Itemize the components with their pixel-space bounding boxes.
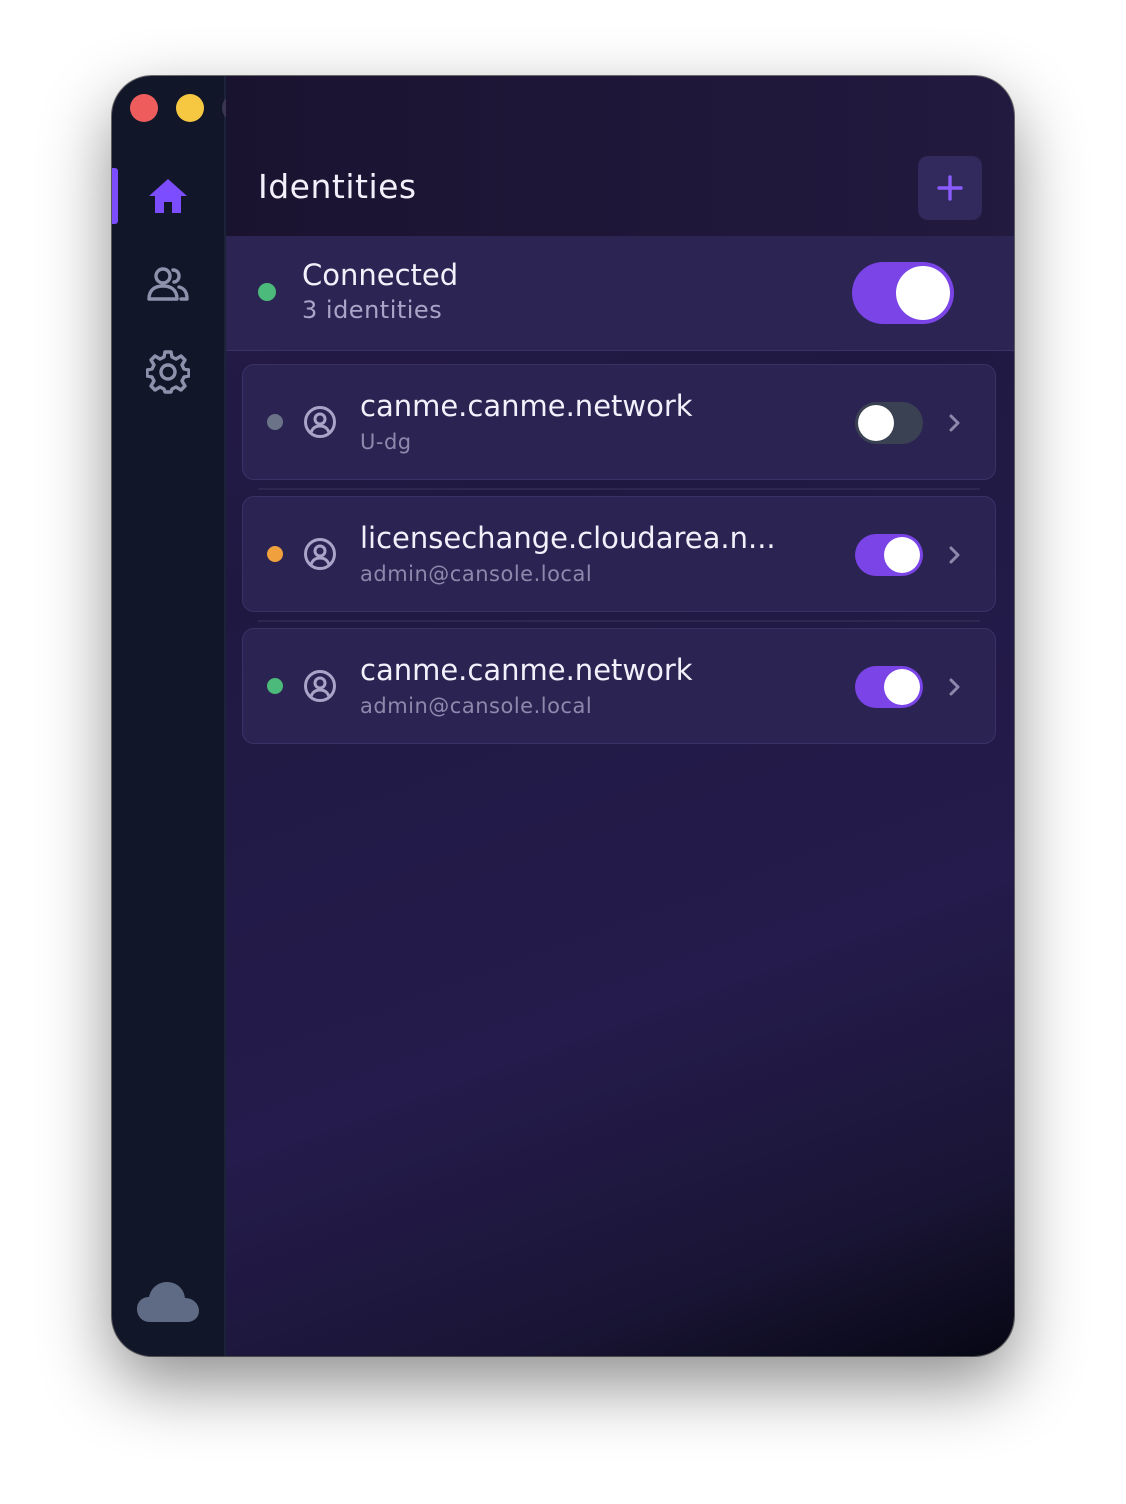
identity-toggle[interactable] [855,666,923,708]
sidebar [112,76,250,1356]
plus-icon [937,175,963,201]
add-identity-button[interactable] [918,156,982,220]
home-icon [149,179,187,213]
connection-status-panel: Connected 3 identities [226,236,1014,351]
page-title: Identities [258,167,417,206]
identity-card[interactable]: licensechange.cloudarea.n... admin@canso… [242,496,996,612]
page-header: Identities [226,76,1014,236]
chevron-right-icon[interactable] [947,675,963,699]
toggle-knob [896,266,950,320]
chevron-right-icon[interactable] [947,543,963,567]
chevron-right-icon[interactable] [947,411,963,435]
sidebar-item-identities[interactable] [112,256,224,312]
cloud-icon [137,1282,199,1322]
toggle-knob [884,669,920,705]
identity-toggle[interactable] [855,534,923,576]
identity-status-dot [267,546,283,562]
sidebar-item-settings[interactable] [112,344,224,400]
user-circle-icon [304,538,336,570]
user-circle-icon [304,670,336,702]
identity-name: licensechange.cloudarea.n... [360,521,776,555]
connection-status-dot [258,283,276,301]
card-divider [258,488,980,490]
identity-status-dot [267,414,283,430]
app-window: Identities Connected 3 identities canme.… [112,76,1014,1356]
identity-name: canme.canme.network [360,389,693,423]
user-circle-icon [304,406,336,438]
gear-icon [146,350,190,394]
window-close-button[interactable] [130,94,158,122]
toggle-knob [858,405,894,441]
identity-detail: admin@cansole.local [360,694,593,718]
sidebar-item-home[interactable] [112,168,224,224]
identity-card[interactable]: canme.canme.network U-dg [242,364,996,480]
identity-toggle[interactable] [855,402,923,444]
card-divider [258,620,980,622]
window-minimize-button[interactable] [176,94,204,122]
connection-master-toggle[interactable] [852,262,954,324]
identity-count: 3 identities [302,296,443,324]
identity-name: canme.canme.network [360,653,693,687]
identity-detail: admin@cansole.local [360,562,593,586]
identity-status-dot [267,678,283,694]
toggle-knob [884,537,920,573]
cloud-status-button[interactable] [136,1276,200,1326]
users-icon [147,267,189,301]
connection-status-title: Connected [302,258,459,292]
identity-card[interactable]: canme.canme.network admin@cansole.local [242,628,996,744]
identity-detail: U-dg [360,430,412,454]
